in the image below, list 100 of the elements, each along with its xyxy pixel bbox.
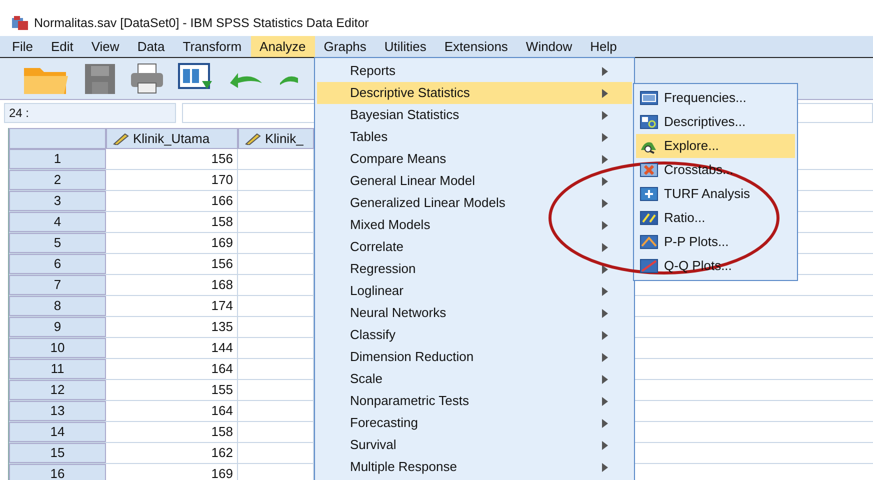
table-cell: 174	[106, 296, 238, 316]
table-cell: 169	[106, 233, 238, 253]
row-number[interactable]: 8	[9, 296, 106, 316]
submenu-option[interactable]: Explore...	[636, 134, 795, 158]
menu-item[interactable]: Graphs	[314, 36, 376, 57]
menu-item[interactable]: Transform	[174, 36, 251, 57]
row-number[interactable]: 10	[9, 338, 106, 358]
menu-option[interactable]: Scale	[317, 368, 632, 390]
row-number[interactable]: 7	[9, 275, 106, 295]
submenu-arrow-icon	[602, 66, 608, 76]
statistics-icon	[640, 114, 658, 130]
menu-option[interactable]: Mixed Models	[317, 214, 632, 236]
submenu-arrow-icon	[602, 176, 608, 186]
menu-option[interactable]: Dimension Reduction	[317, 346, 632, 368]
submenu-arrow-icon	[602, 374, 608, 384]
submenu-option[interactable]: Ratio...	[636, 206, 795, 230]
cell-reference: 24 :	[4, 103, 176, 123]
row-number[interactable]: 3	[9, 191, 106, 211]
submenu-arrow-icon	[602, 198, 608, 208]
table-cell: 144	[106, 338, 238, 358]
row-number[interactable]: 4	[9, 212, 106, 232]
menu-item[interactable]: Extensions	[435, 36, 517, 57]
table-cell: 158	[106, 212, 238, 232]
printer-icon[interactable]	[130, 62, 164, 94]
row-number[interactable]: 1	[9, 149, 106, 169]
table-cell: 166	[106, 191, 238, 211]
menu-option[interactable]: Classify	[317, 324, 632, 346]
menu-option[interactable]: Regression	[317, 258, 632, 280]
crosstab-icon	[640, 162, 658, 178]
menu-item[interactable]: File	[0, 36, 42, 57]
table-cell: 155	[106, 380, 238, 400]
menu-item[interactable]: Data	[128, 36, 174, 57]
menu-option[interactable]: Compare Means	[317, 148, 632, 170]
submenu-arrow-icon	[602, 264, 608, 274]
table-cell: 164	[106, 359, 238, 379]
submenu-arrow-icon	[602, 462, 608, 472]
submenu-arrow-icon	[602, 396, 608, 406]
row-number[interactable]: 15	[9, 443, 106, 463]
menu-item[interactable]: Edit	[42, 36, 82, 57]
number-grid-icon	[640, 90, 658, 106]
table-cell: 169	[106, 464, 238, 480]
menu-item[interactable]: View	[82, 36, 128, 57]
menu-option[interactable]: Neural Networks	[317, 302, 632, 324]
table-cell: 162	[106, 443, 238, 463]
row-number[interactable]: 6	[9, 254, 106, 274]
submenu-option[interactable]: Frequencies...	[636, 86, 795, 110]
submenu-option[interactable]: Descriptives...	[636, 110, 795, 134]
menu-option[interactable]: Tables	[317, 126, 632, 148]
menu-option[interactable]: General Linear Model	[317, 170, 632, 192]
menu-option[interactable]: Forecasting	[317, 412, 632, 434]
row-number[interactable]: 11	[9, 359, 106, 379]
menu-item[interactable]: Analyze	[250, 36, 315, 57]
window-title: Normalitas.sav [DataSet0] - IBM SPSS Statistics Data Editor	[34, 14, 369, 32]
submenu-arrow-icon	[602, 286, 608, 296]
submenu-arrow-icon	[602, 132, 608, 142]
submenu-option[interactable]: P-P Plots...	[636, 230, 795, 254]
submenu-option[interactable]: TURF Analysis	[636, 182, 795, 206]
ruler-icon	[245, 132, 261, 144]
row-number[interactable]: 2	[9, 170, 106, 190]
column-header[interactable]: Klinik_	[238, 128, 314, 149]
submenu-arrow-icon	[602, 154, 608, 164]
table-cell: 135	[106, 317, 238, 337]
menu-option[interactable]: Nonparametric Tests	[317, 390, 632, 412]
row-number[interactable]: 14	[9, 422, 106, 442]
row-number[interactable]: 5	[9, 233, 106, 253]
table-cell: 158	[106, 422, 238, 442]
menu-item[interactable]: Help	[581, 36, 626, 57]
menu-option[interactable]: Reports	[317, 60, 632, 82]
menu-option[interactable]: Descriptive Statistics	[317, 82, 632, 104]
submenu-arrow-icon	[602, 242, 608, 252]
submenu-arrow-icon	[602, 418, 608, 428]
ruler-icon	[113, 132, 129, 144]
menu-option[interactable]: Generalized Linear Models	[317, 192, 632, 214]
submenu-arrow-icon	[602, 352, 608, 362]
menu-option[interactable]: Correlate	[317, 236, 632, 258]
table-cell: 168	[106, 275, 238, 295]
menu-option[interactable]: Survival	[317, 434, 632, 456]
submenu-arrow-icon	[602, 88, 608, 98]
plot-icon	[640, 234, 658, 250]
table-cell: 164	[106, 401, 238, 421]
submenu-arrow-icon	[602, 330, 608, 340]
table-cell: 156	[106, 254, 238, 274]
row-number[interactable]: 13	[9, 401, 106, 421]
submenu-arrow-icon	[602, 110, 608, 120]
column-header[interactable]: Klinik_Utama	[106, 128, 238, 149]
table-cell: 170	[106, 170, 238, 190]
row-number[interactable]: 9	[9, 317, 106, 337]
submenu-arrow-icon	[602, 440, 608, 450]
menu-option[interactable]: Bayesian Statistics	[317, 104, 632, 126]
row-number[interactable]: 12	[9, 380, 106, 400]
menu-item[interactable]: Utilities	[375, 36, 436, 57]
fraction-icon	[640, 210, 658, 226]
plus-icon	[640, 186, 658, 202]
menu-option[interactable]: Loglinear	[317, 280, 632, 302]
app-logo-icon	[12, 16, 28, 30]
submenu-arrow-icon	[602, 220, 608, 230]
menu-item[interactable]: Window	[516, 36, 582, 57]
plot-icon	[640, 258, 658, 274]
row-number[interactable]: 16	[9, 464, 106, 480]
menu-option[interactable]: Multiple Response	[317, 456, 632, 478]
